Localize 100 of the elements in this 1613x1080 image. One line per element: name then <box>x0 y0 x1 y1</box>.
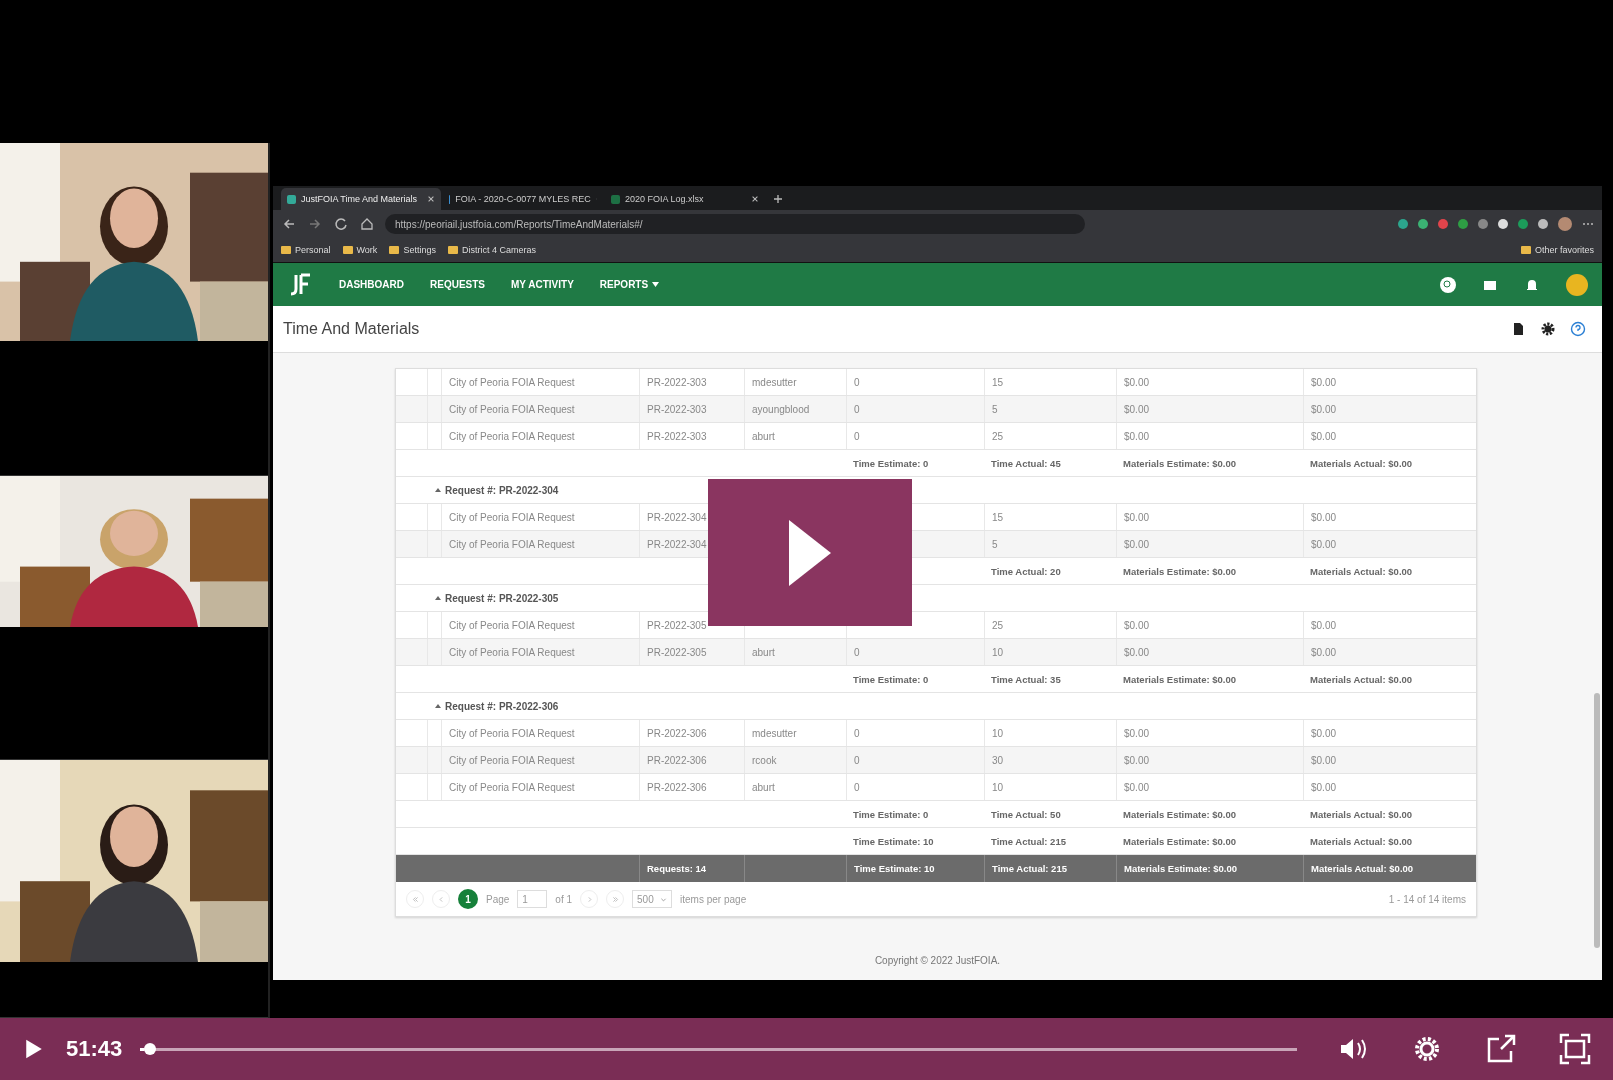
summary-cell-text: Time Estimate: 0 <box>852 456 930 471</box>
table-cell: ayoungblood <box>744 396 846 422</box>
summary-cell: Materials Actual: $0.00 <box>1303 855 1476 882</box>
page-title: Time And Materials <box>283 320 420 338</box>
caret-icon[interactable] <box>652 282 660 287</box>
table-cell: 25 <box>984 612 1116 638</box>
browser-tab[interactable]: FOIA - 2020-C-0077 MYLES REC <box>443 188 603 210</box>
bookmark[interactable]: District 4 Cameras <box>447 245 536 255</box>
bookmark[interactable]: Other favorites <box>1520 245 1594 255</box>
nav-link[interactable]: REPORTS <box>599 279 660 290</box>
page-count: of 1 <box>555 893 573 905</box>
scrollbar-thumb[interactable] <box>1594 693 1600 948</box>
table-cell: $0.00 <box>1116 531 1303 557</box>
table-cell: City of Peoria FOIA Request <box>441 639 639 665</box>
table-cell: $0.00 <box>1303 369 1476 395</box>
progress-thumb[interactable] <box>143 1043 156 1055</box>
table-cell: 0 <box>846 369 984 395</box>
table-cell: $0.00 <box>1116 369 1303 395</box>
browser-tab[interactable]: JustFOIA Time And Materials <box>281 188 441 210</box>
table-cell: 10 <box>984 639 1116 665</box>
summary-cell-text: Materials Actual: $0.00 <box>1309 456 1414 471</box>
table-cell: City of Peoria FOIA Request <box>441 720 639 746</box>
table-cell: 15 <box>984 504 1116 530</box>
bookmark[interactable]: Personal <box>281 245 331 255</box>
table-cell: City of Peoria FOIA Request <box>441 774 639 800</box>
summary-cell-text: Materials Estimate: $0.00 <box>1122 456 1237 471</box>
caret-icon[interactable] <box>435 595 441 601</box>
play-overlay-button[interactable] <box>708 479 912 626</box>
table-cell: 0 <box>846 774 984 800</box>
page-number-button[interactable]: 1 <box>458 889 478 909</box>
summary-cell: Time Actual: 215 <box>984 855 1116 882</box>
table-cell: 0 <box>846 396 984 422</box>
table-cell: $0.00 <box>1303 612 1476 638</box>
table-cell: $0.00 <box>1303 747 1476 773</box>
table-cell: $0.00 <box>1116 504 1303 530</box>
nav-link[interactable]: REQUESTS <box>430 279 485 290</box>
summary-cell: Materials Estimate: $0.00 <box>1116 855 1303 882</box>
summary-cell-text: Time Actual: 45 <box>990 456 1062 471</box>
playback-time: 51:43 <box>66 1036 123 1062</box>
settings-icon[interactable] <box>1540 321 1556 337</box>
table-cell: City of Peoria FOIA Request <box>441 423 639 449</box>
summary-cell: Requests: 14 <box>639 855 744 882</box>
table-cell: 0 <box>846 720 984 746</box>
table-cell: mdesutter <box>744 369 846 395</box>
table-cell: rcook <box>744 747 846 773</box>
reload-icon[interactable] <box>333 216 349 232</box>
profile-avatar[interactable] <box>1558 217 1572 231</box>
nav-link[interactable]: MY ACTIVITY <box>511 279 574 290</box>
summary-cell-text: Time Actual: 215 <box>990 834 1067 849</box>
table-cell: $0.00 <box>1116 774 1303 800</box>
user-avatar[interactable] <box>1566 273 1588 296</box>
summary-cell: Time Estimate: 10 <box>846 855 984 882</box>
more-icon[interactable] <box>1582 222 1594 226</box>
item-range: 1 - 14 of 14 items <box>1388 893 1466 905</box>
help-icon[interactable] <box>1570 321 1586 337</box>
table-cell: 25 <box>984 423 1116 449</box>
table-cell: $0.00 <box>1303 720 1476 746</box>
new-tab-icon[interactable] <box>773 194 783 204</box>
table-cell: 10 <box>984 720 1116 746</box>
fullscreen-icon[interactable] <box>1557 1031 1593 1067</box>
table-cell: 15 <box>984 369 1116 395</box>
summary-cell-text: Materials Estimate: $0.00 <box>1122 672 1237 687</box>
table-cell: City of Peoria FOIA Request <box>441 612 639 638</box>
table-cell: PR-2022-305 <box>639 639 744 665</box>
group-header[interactable]: Request #: PR-2022-306 <box>427 693 1476 719</box>
table-cell: City of Peoria FOIA Request <box>441 747 639 773</box>
table-cell: $0.00 <box>1116 396 1303 422</box>
table-cell: $0.00 <box>1116 423 1303 449</box>
summary-cell-text: Time Actual: 50 <box>990 807 1062 822</box>
table-cell: 0 <box>846 423 984 449</box>
table-cell: 0 <box>846 747 984 773</box>
table-cell: City of Peoria FOIA Request <box>441 504 639 530</box>
table-cell: 10 <box>984 774 1116 800</box>
table-cell: $0.00 <box>1116 612 1303 638</box>
group-header[interactable]: Request #: PR-2022-304 <box>427 477 1476 503</box>
caret-icon[interactable] <box>435 703 441 709</box>
summary-cell-text: Materials Actual: $0.00 <box>1309 564 1414 579</box>
caret-icon[interactable] <box>435 487 441 493</box>
table-cell: $0.00 <box>1303 423 1476 449</box>
group-header[interactable]: Request #: PR-2022-305 <box>427 585 1476 611</box>
table-cell: PR-2022-306 <box>639 720 744 746</box>
summary-cell-text: Time Estimate: 0 <box>852 807 930 822</box>
browser-tab[interactable]: 2020 FOIA Log.xlsx <box>605 188 765 210</box>
home-icon[interactable] <box>359 216 375 232</box>
page-size-label: items per page <box>680 893 747 905</box>
nav-link[interactable]: DASHBOARD <box>339 279 404 290</box>
table-cell: PR-2022-303 <box>639 396 744 422</box>
table-cell: City of Peoria FOIA Request <box>441 531 639 557</box>
table-cell: aburt <box>744 774 846 800</box>
bookmark[interactable]: Work <box>342 245 378 255</box>
table-cell: aburt <box>744 423 846 449</box>
table-cell: City of Peoria FOIA Request <box>441 369 639 395</box>
address-field[interactable]: https://peoriail.justfoia.com/Reports/TimeAndMaterials#/ <box>385 214 1085 234</box>
bookmark[interactable]: Settings <box>389 245 436 255</box>
summary-cell-text: Materials Actual: $0.00 <box>1309 834 1414 849</box>
table-cell: 5 <box>984 396 1116 422</box>
summary-cell-text: Time Actual: 35 <box>990 672 1062 687</box>
table-cell: $0.00 <box>1116 747 1303 773</box>
table-cell: $0.00 <box>1303 639 1476 665</box>
search-icon[interactable] <box>1440 276 1456 293</box>
